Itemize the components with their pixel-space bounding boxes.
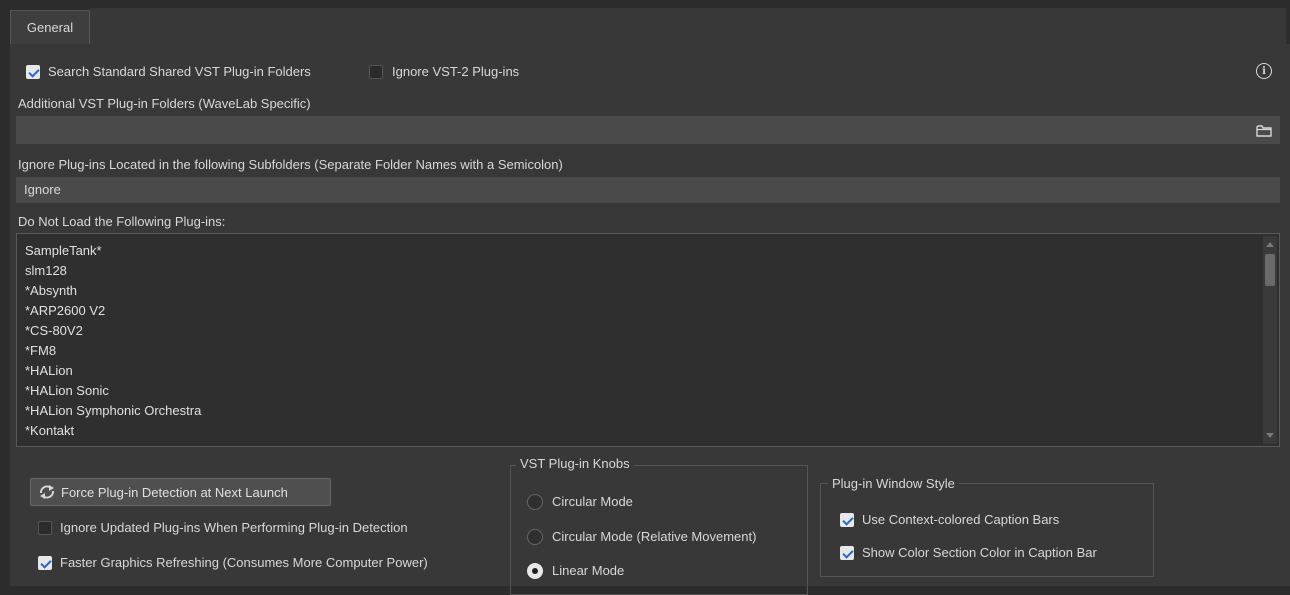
window-style-group (820, 483, 1154, 577)
faster-graphics-checkbox[interactable] (38, 556, 52, 570)
list-item[interactable]: *Kontakt (25, 423, 74, 438)
tab-bar: General (0, 0, 1290, 44)
circular-relative-label[interactable]: Circular Mode (Relative Movement) (552, 529, 756, 544)
context-colored-label[interactable]: Use Context-colored Caption Bars (862, 512, 1059, 527)
linear-mode-label[interactable]: Linear Mode (552, 563, 624, 578)
faster-graphics-label[interactable]: Faster Graphics Refreshing (Consumes Mor… (60, 555, 428, 570)
list-item[interactable]: *HALion Sonic (25, 383, 109, 398)
list-scrollbar[interactable] (1263, 236, 1277, 444)
radio-linear-mode[interactable] (527, 563, 543, 579)
show-color-section-checkbox[interactable] (840, 546, 854, 560)
circular-mode-label[interactable]: Circular Mode (552, 494, 633, 509)
force-detection-label: Force Plug-in Detection at Next Launch (61, 484, 288, 500)
scroll-down-arrow-icon[interactable] (1266, 433, 1274, 438)
search-standard-label[interactable]: Search Standard Shared VST Plug-in Folde… (48, 64, 311, 79)
list-item[interactable]: *Absynth (25, 283, 77, 298)
list-item[interactable]: SampleTank* (25, 243, 102, 258)
tab-bar-background (90, 8, 1286, 44)
refresh-icon (39, 485, 55, 499)
tab-general[interactable]: General (10, 10, 90, 44)
ignore-vst2-label[interactable]: Ignore VST-2 Plug-ins (392, 64, 519, 79)
list-item[interactable]: *CS-80V2 (25, 323, 83, 338)
list-item[interactable]: *HALion Symphonic Orchestra (25, 403, 201, 418)
list-item[interactable]: *ARP2600 V2 (25, 303, 105, 318)
radio-circular-mode[interactable] (527, 494, 543, 510)
window-style-title: Plug-in Window Style (828, 476, 959, 491)
knobs-group-title: VST Plug-in Knobs (516, 456, 634, 471)
folder-icon[interactable] (1256, 124, 1272, 137)
ignore-updated-label[interactable]: Ignore Updated Plug-ins When Performing … (60, 520, 408, 535)
show-color-section-label[interactable]: Show Color Section Color in Caption Bar (862, 545, 1097, 560)
info-icon[interactable]: i (1256, 63, 1272, 79)
list-item[interactable]: *FM8 (25, 343, 56, 358)
ignore-subfolders-field[interactable]: Ignore (16, 177, 1280, 203)
additional-folders-field[interactable] (16, 116, 1280, 144)
radio-circular-relative[interactable] (527, 529, 543, 545)
list-item[interactable]: *HALion (25, 363, 73, 378)
ignore-vst2-checkbox[interactable] (369, 65, 383, 79)
ignore-updated-checkbox[interactable] (38, 521, 52, 535)
context-colored-checkbox[interactable] (840, 513, 854, 527)
search-standard-checkbox[interactable] (26, 65, 40, 79)
scroll-up-arrow-icon[interactable] (1266, 242, 1274, 247)
tab-general-label: General (26, 20, 74, 35)
do-not-load-label: Do Not Load the Following Plug-ins: (18, 214, 226, 229)
force-detection-button[interactable]: Force Plug-in Detection at Next Launch (30, 478, 331, 506)
ignore-subfolders-label: Ignore Plug-ins Located in the following… (18, 157, 563, 172)
list-item[interactable]: slm128 (25, 263, 67, 278)
additional-folders-label: Additional VST Plug-in Folders (WaveLab … (18, 96, 311, 111)
ignore-subfolders-value: Ignore (24, 182, 61, 197)
do-not-load-list[interactable]: SampleTank* slm128 *Absynth *ARP2600 V2 … (16, 233, 1280, 447)
scrollbar-thumb[interactable] (1265, 254, 1275, 286)
